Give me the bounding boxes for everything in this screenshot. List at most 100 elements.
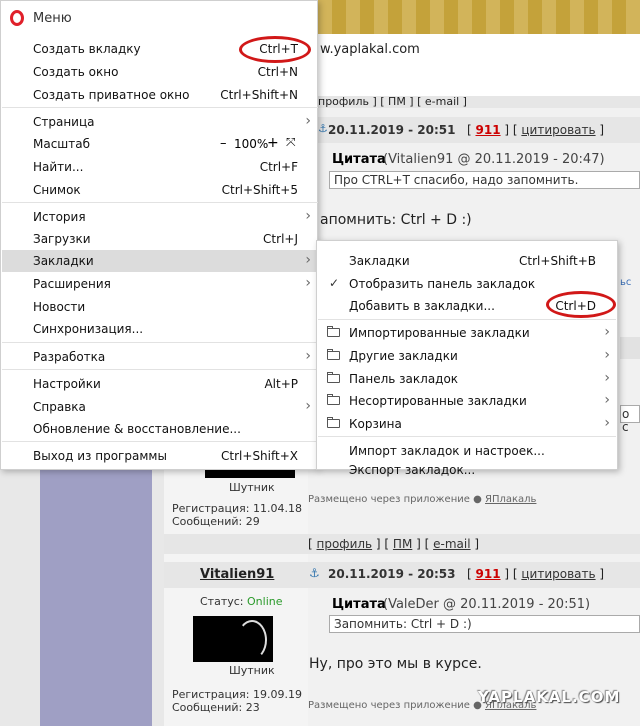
- annotation-ellipse-ctrl-t: [239, 36, 311, 63]
- username[interactable]: Vitalien91: [200, 567, 274, 582]
- menu-separator: [2, 342, 318, 343]
- submenu-item-bar-folder[interactable]: Панель закладок ›: [318, 368, 616, 390]
- submenu-item-label: Импорт закладок и настроек...: [349, 444, 545, 458]
- menu-separator: [2, 202, 318, 203]
- menu-item-label: Закладки: [33, 254, 94, 268]
- user-avatar[interactable]: [193, 616, 273, 662]
- menu-item-label: История: [33, 210, 86, 224]
- chevron-right-icon: ›: [305, 113, 311, 129]
- menu-item-snapshot[interactable]: Снимок Ctrl+Shift+5: [2, 179, 318, 201]
- submenu-item-label: Закладки: [349, 254, 410, 268]
- post-number-link-3[interactable]: 911: [476, 567, 501, 581]
- menu-item-private-window[interactable]: Создать приватное окно Ctrl+Shift+N: [2, 84, 318, 106]
- chevron-right-icon: ›: [305, 208, 311, 224]
- menu-item-help[interactable]: Справка ›: [2, 396, 318, 418]
- submenu-item-label: Другие закладки: [349, 349, 458, 363]
- url-text[interactable]: w.yaplakal.com: [320, 42, 420, 57]
- chevron-right-icon: ›: [305, 275, 311, 291]
- menu-item-label: Страница: [33, 115, 95, 129]
- chevron-right-icon: ›: [305, 398, 311, 414]
- post-number-link[interactable]: 911: [476, 123, 501, 137]
- menu-item-label: Расширения: [33, 277, 111, 291]
- menu-item-settings[interactable]: Настройки Alt+P: [2, 373, 318, 395]
- post-date: 20.11.2019 - 20:51: [328, 123, 456, 137]
- post-body-3: Ну, про это мы в курсе.: [309, 656, 482, 672]
- menu-item-label: Создать вкладку: [33, 42, 141, 56]
- user-rank: Шутник: [229, 481, 275, 494]
- menu-item-exit[interactable]: Выход из программы Ctrl+Shift+X: [2, 445, 318, 467]
- user-message-count-3: Сообщений: 23: [172, 701, 260, 714]
- menu-item-downloads[interactable]: Загрузки Ctrl+J: [2, 228, 318, 250]
- menu-item-label: Новости: [33, 300, 86, 314]
- menu-item-find[interactable]: Найти... Ctrl+F: [2, 156, 318, 178]
- submenu-item-unsorted[interactable]: Несортированные закладки ›: [318, 390, 616, 412]
- email-link[interactable]: e-mail: [433, 537, 470, 551]
- chevron-right-icon: ›: [604, 370, 610, 386]
- quote-link[interactable]: цитировать: [521, 123, 595, 137]
- menu-separator: [2, 107, 318, 108]
- post-links-top[interactable]: профиль ] [ ПМ ] [ e-mail ]: [318, 95, 467, 108]
- anchor-icon[interactable]: ⚓: [318, 122, 328, 135]
- quote-title: Цитата: [332, 152, 386, 167]
- submenu-item-other[interactable]: Другие закладки ›: [318, 345, 616, 367]
- zoom-out-button[interactable]: –: [220, 136, 227, 151]
- menu-item-bookmarks[interactable]: Закладки ›: [2, 250, 318, 272]
- menu-item-sync[interactable]: Синхронизация...: [2, 318, 318, 340]
- menu-item-shortcut: Alt+P: [264, 377, 298, 391]
- posted-via-text: Размещено через приложение: [308, 494, 470, 505]
- submenu-item-bookmarks[interactable]: Закладки Ctrl+Shift+B: [318, 250, 616, 272]
- submenu-item-export[interactable]: Экспорт закладок...: [318, 463, 616, 477]
- menu-item-shortcut: Ctrl+J: [263, 232, 298, 246]
- app-link[interactable]: ЯПлакаль: [485, 494, 536, 505]
- menu-separator: [2, 369, 318, 370]
- post-date-3: 20.11.2019 - 20:53: [328, 567, 456, 581]
- post-header-edge: [620, 337, 640, 359]
- site-header-pattern: [318, 0, 640, 34]
- quote-text: Про CTRL+T спасибо, надо запомнить.: [329, 171, 640, 189]
- submenu-item-label: Отобразить панель закладок: [349, 277, 536, 291]
- user-message-count: Сообщений: 29: [172, 515, 260, 528]
- opera-menu: Меню Создать вкладку Ctrl+T Создать окно C…: [0, 0, 318, 470]
- menu-item-history[interactable]: История ›: [2, 206, 318, 228]
- zoom-in-button[interactable]: +: [267, 135, 279, 151]
- submenu-item-import[interactable]: Импорт закладок и настроек...: [318, 440, 616, 462]
- menu-item-label: Создать окно: [33, 65, 119, 79]
- menu-item-shortcut: Ctrl+Shift+5: [221, 183, 298, 197]
- apple-icon: ●: [473, 494, 482, 505]
- posted-via-text-3: Размещено через приложение: [308, 700, 470, 711]
- menu-item-news[interactable]: Новости: [2, 296, 318, 318]
- folder-icon: [327, 326, 340, 337]
- menu-item-label: Разработка: [33, 350, 106, 364]
- menu-item-new-window[interactable]: Создать окно Ctrl+N: [2, 61, 318, 83]
- status-label: Статус:: [200, 595, 244, 608]
- menu-item-label: Выход из программы: [33, 449, 167, 463]
- submenu-item-imported[interactable]: Импортированные закладки ›: [318, 322, 616, 344]
- chevron-right-icon: ›: [604, 324, 610, 340]
- submenu-item-trash[interactable]: Корзина ›: [318, 413, 616, 435]
- menu-title: Меню: [33, 11, 72, 26]
- profile-link[interactable]: профиль: [317, 537, 373, 551]
- menu-item-label: Масштаб: [33, 137, 91, 151]
- avatar-bottom: [205, 470, 295, 478]
- user-rank-3: Шутник: [229, 664, 275, 677]
- truncated-link[interactable]: ьс: [620, 277, 631, 288]
- submenu-item-label: Несортированные закладки: [349, 394, 527, 408]
- anchor-icon-3[interactable]: ⚓: [309, 566, 320, 580]
- menu-item-label: Справка: [33, 400, 86, 414]
- menu-item-extensions[interactable]: Расширения ›: [2, 273, 318, 295]
- menu-item-shortcut: Ctrl+Shift+N: [220, 88, 298, 102]
- fullscreen-icon[interactable]: ⤧: [286, 135, 296, 150]
- user-status: Статус: Online: [200, 595, 283, 608]
- folder-icon: [327, 349, 340, 360]
- quote-text-3: Запомнить: Ctrl + D :): [329, 615, 640, 633]
- folder-icon: [327, 417, 340, 428]
- quote-link-3[interactable]: цитировать: [521, 567, 595, 581]
- menu-item-zoom: Масштаб – 100% + ⤧: [2, 133, 318, 155]
- menu-item-developer[interactable]: Разработка ›: [2, 346, 318, 368]
- pm-link[interactable]: ПМ: [393, 537, 412, 551]
- menu-item-label: Настройки: [33, 377, 101, 391]
- submenu-item-label: Добавить в закладки...: [349, 299, 495, 313]
- menu-item-page[interactable]: Страница ›: [2, 111, 318, 133]
- menu-item-update[interactable]: Обновление & восстановление...: [2, 418, 318, 440]
- chevron-right-icon: ›: [604, 347, 610, 363]
